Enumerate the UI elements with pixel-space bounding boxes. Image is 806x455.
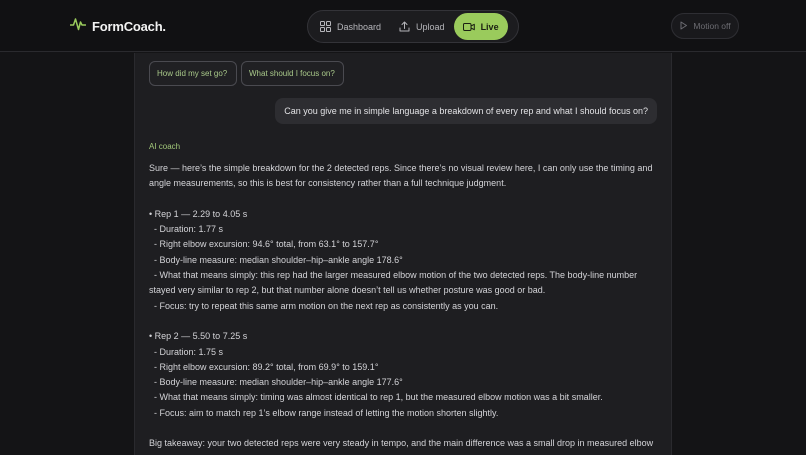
motion-toggle-label: Motion off xyxy=(693,21,731,31)
suggestion-chip-set[interactable]: How did my set go? xyxy=(149,61,237,86)
top-bar: FormCoach. Dashboard Upload Live Motion … xyxy=(0,0,806,52)
coach-label: AI coach xyxy=(149,142,181,151)
video-camera-icon xyxy=(462,22,475,32)
tab-live[interactable]: Live xyxy=(453,13,508,40)
app-name: FormCoach. xyxy=(92,18,166,34)
rep1-body: - Body-line measure: median shoulder–hip… xyxy=(149,254,403,265)
rep2-title: • Rep 2 — 5.50 to 7.25 s xyxy=(149,331,248,342)
main-nav: Dashboard Upload Live xyxy=(307,10,519,43)
tab-dashboard-label: Dashboard xyxy=(337,21,382,32)
tab-upload-label: Upload xyxy=(416,21,445,32)
rep2-body: - Body-line measure: median shoulder–hip… xyxy=(149,377,403,388)
pulse-icon xyxy=(69,17,87,36)
rep1-elbow: - Right elbow excursion: 94.6° total, fr… xyxy=(149,239,379,250)
tab-live-label: Live xyxy=(480,21,499,32)
coach-message: Sure — here’s the simple breakdown for t… xyxy=(149,161,661,455)
tab-upload[interactable]: Upload xyxy=(390,13,454,40)
rep1-focus: - Focus: try to repeat this same arm mot… xyxy=(149,300,499,311)
rep2-meaning: - What that means simply: timing was alm… xyxy=(149,392,603,403)
rep1-title: • Rep 1 — 2.29 to 4.05 s xyxy=(149,208,248,219)
rep2-duration: - Duration: 1.75 s xyxy=(149,346,224,357)
upload-icon xyxy=(399,21,410,32)
coach-intro: Sure — here’s the simple breakdown for t… xyxy=(149,163,653,189)
suggestion-chip-focus[interactable]: What should I focus on? xyxy=(241,61,344,86)
rep2-focus: - Focus: aim to match rep 1’s elbow rang… xyxy=(149,407,499,418)
coach-takeaway: Big takeaway: your two detected reps wer… xyxy=(149,438,654,455)
chat-panel: How did my set go? What should I focus o… xyxy=(134,53,672,455)
rep2-elbow: - Right elbow excursion: 89.2° total, fr… xyxy=(149,361,379,372)
tab-dashboard[interactable]: Dashboard xyxy=(311,13,390,40)
grid-icon xyxy=(320,21,331,32)
rep1-duration: - Duration: 1.77 s xyxy=(149,224,224,235)
motion-toggle-button[interactable]: Motion off xyxy=(671,13,739,39)
rep1-meaning: - What that means simply: this rep had t… xyxy=(149,270,640,296)
app-logo[interactable]: FormCoach. xyxy=(69,17,166,36)
play-icon xyxy=(679,21,688,32)
user-message: Can you give me in simple language a bre… xyxy=(275,98,657,124)
